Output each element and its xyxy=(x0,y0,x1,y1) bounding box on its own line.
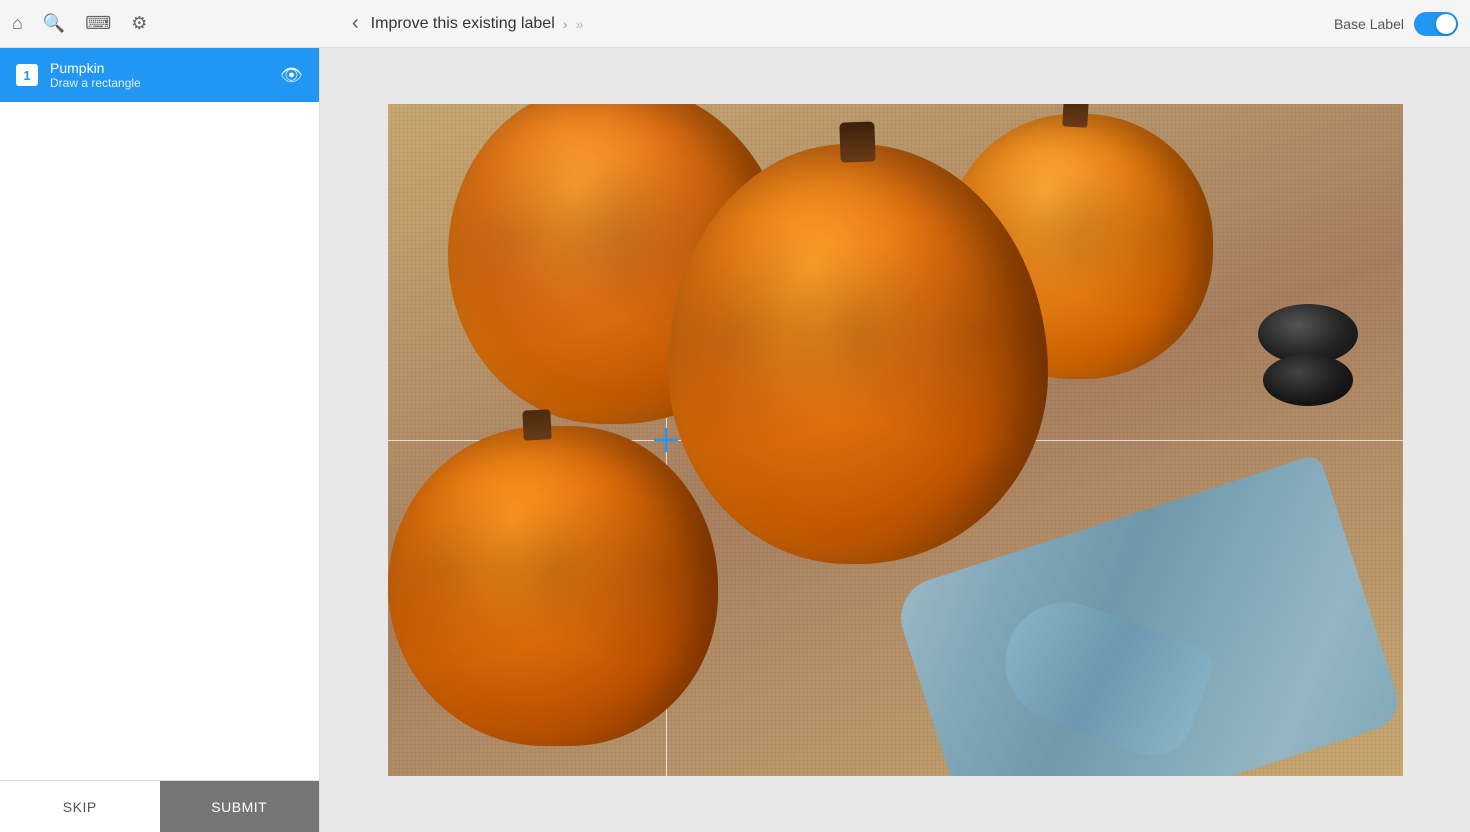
settings-icon[interactable]: ⚙ xyxy=(131,13,147,34)
task-name: Pumpkin xyxy=(50,60,268,76)
pumpkin-ridges-bl xyxy=(388,426,718,746)
bottom-buttons: SKIP SUBMIT xyxy=(0,780,319,832)
black-spool-bottom xyxy=(1263,354,1353,406)
chevron-right-icon: › xyxy=(563,16,568,32)
toolbar-center: ‹ Improve this existing label › » xyxy=(348,8,1318,39)
toolbar-icons-left: ⌂ 🔍 ⌨ ⚙ xyxy=(12,13,332,34)
search-icon[interactable]: 🔍 xyxy=(43,13,65,34)
submit-button[interactable]: SUBMIT xyxy=(160,781,320,832)
sidebar: 1 Pumpkin Draw a rectangle 👁 SKIP SUBMIT xyxy=(0,48,320,832)
canvas-area[interactable] xyxy=(320,48,1470,832)
toggle-slider xyxy=(1414,12,1458,36)
task-info: Pumpkin Draw a rectangle xyxy=(50,60,268,90)
task-number: 1 xyxy=(16,64,38,86)
top-toolbar: ⌂ 🔍 ⌨ ⚙ ‹ Improve this existing label › … xyxy=(0,0,1470,48)
skip-button[interactable]: SKIP xyxy=(0,781,160,832)
pumpkin-photo xyxy=(388,104,1403,776)
base-label-text: Base Label xyxy=(1334,16,1404,32)
toggle-knob xyxy=(1436,14,1456,34)
sidebar-empty-area xyxy=(0,102,319,780)
visibility-icon[interactable]: 👁 xyxy=(280,65,303,86)
base-label-toggle[interactable] xyxy=(1414,12,1458,36)
task-description: Draw a rectangle xyxy=(50,76,268,90)
annotation-image xyxy=(388,104,1403,776)
main-content: 1 Pumpkin Draw a rectangle 👁 SKIP SUBMIT xyxy=(0,48,1470,832)
page-title: Improve this existing label xyxy=(371,15,555,33)
sidebar-task-item[interactable]: 1 Pumpkin Draw a rectangle 👁 xyxy=(0,48,319,102)
home-icon[interactable]: ⌂ xyxy=(12,13,23,34)
toolbar-right: Base Label xyxy=(1334,12,1458,36)
keyboard-icon[interactable]: ⌨ xyxy=(85,13,111,34)
back-button[interactable]: ‹ xyxy=(348,8,363,39)
pumpkin-bottom-left xyxy=(388,426,718,746)
forward-icon: » xyxy=(575,16,583,32)
